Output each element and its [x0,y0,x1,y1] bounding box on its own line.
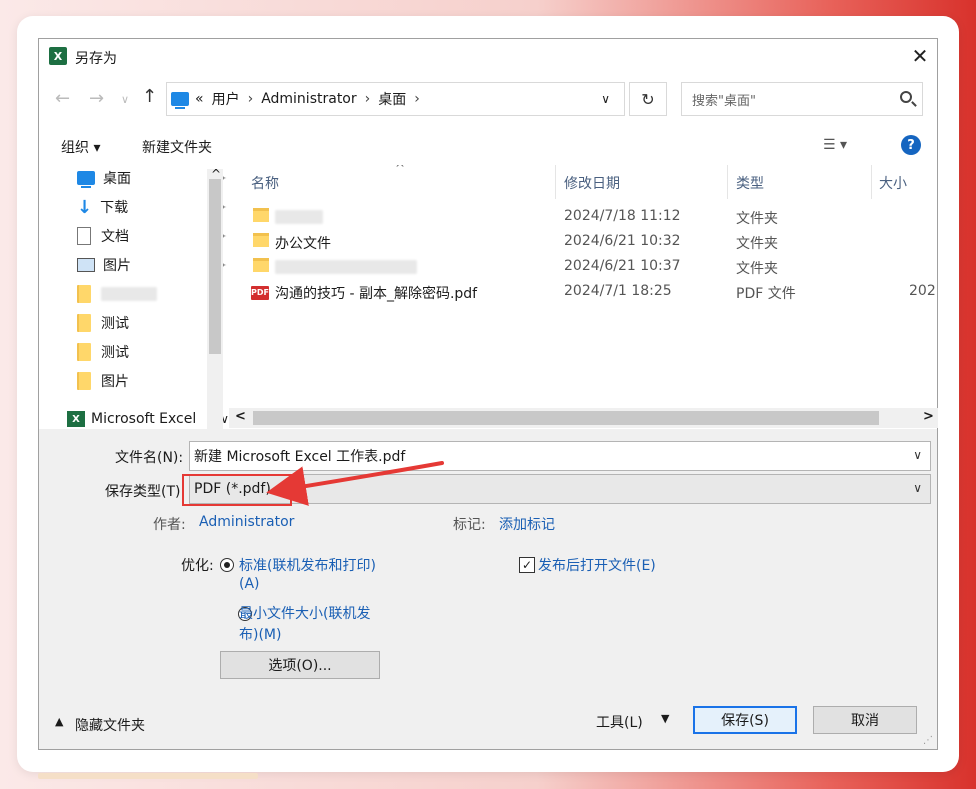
annotation-arrow [266,461,444,506]
